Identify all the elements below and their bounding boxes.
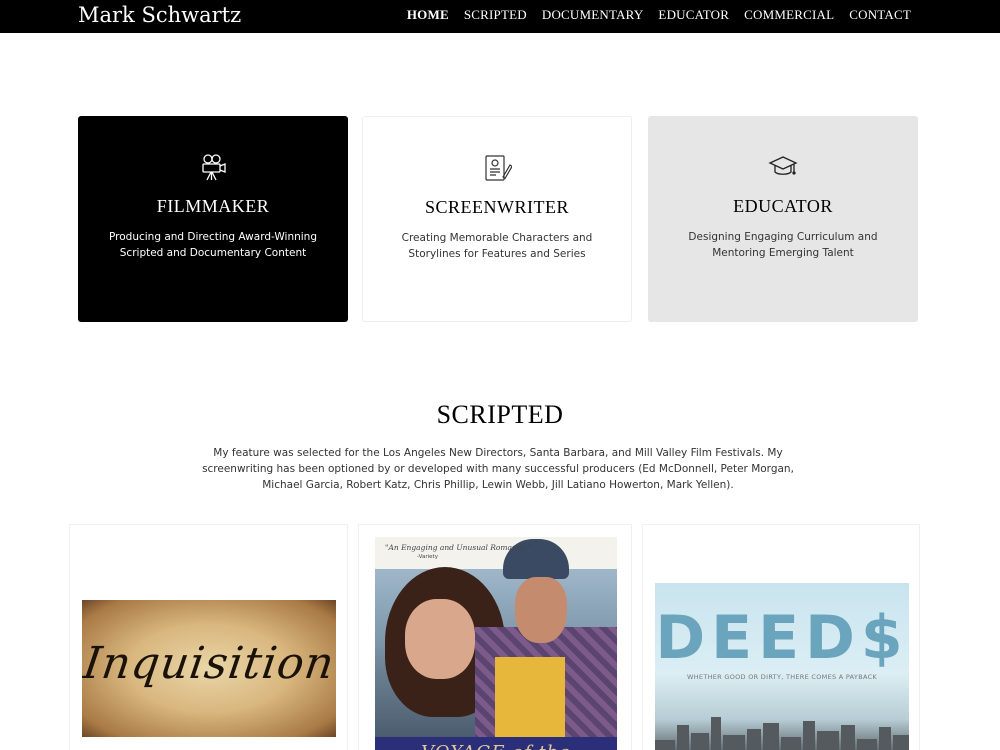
nav-contact[interactable]: CONTACT [849, 8, 911, 22]
nav-home[interactable]: HOME [407, 8, 449, 22]
screenwriter-card[interactable]: SCREENWRITER Creating Memorable Characte… [362, 116, 632, 322]
poster-title: Inquisition [82, 638, 336, 689]
script-pen-icon [485, 155, 512, 181]
poster-artwork [405, 599, 475, 679]
voyage-poster[interactable]: "An Engaging and Unusual Romance." -Vari… [375, 537, 617, 750]
poster-title: DEED$ [655, 603, 909, 673]
card-title: SCREENWRITER [425, 197, 569, 217]
card-description: Designing Engaging Curriculum and Mentor… [688, 231, 878, 259]
nav-scripted[interactable]: SCRIPTED [464, 8, 527, 22]
filmmaker-card[interactable]: FILMMAKER Producing and Directing Award-… [78, 116, 348, 322]
poster-quote: "An Engaging and Unusual Romance." [385, 543, 532, 552]
poster-quote-source: -Variety [417, 554, 438, 560]
inquisition-poster[interactable]: Inquisition [82, 600, 336, 737]
nav-educator[interactable]: EDUCATOR [658, 8, 729, 22]
poster-card-voyage[interactable]: "An Engaging and Unusual Romance." -Vari… [358, 524, 632, 750]
deeds-poster[interactable]: DEED$ WHETHER GOOD OR DIRTY, THERE COMES… [655, 583, 909, 750]
graduation-cap-icon [768, 156, 798, 175]
section-title: SCRIPTED [436, 400, 564, 429]
site-brand[interactable]: Mark Schwartz [78, 1, 241, 29]
poster-title: VOYAGE of the [375, 742, 617, 750]
nav-documentary[interactable]: DOCUMENTARY [542, 8, 644, 22]
card-title: EDUCATOR [733, 196, 833, 216]
film-camera-icon [202, 154, 226, 181]
educator-card[interactable]: EDUCATOR Designing Engaging Curriculum a… [648, 116, 918, 322]
card-description: Producing and Directing Award-Winning Sc… [109, 231, 317, 259]
poster-card-deeds[interactable]: DEED$ WHETHER GOOD OR DIRTY, THERE COMES… [642, 524, 920, 750]
main-nav: HOME SCRIPTED DOCUMENTARY EDUCATOR COMME… [407, 8, 911, 22]
card-description: Creating Memorable Characters and Storyl… [401, 232, 593, 260]
top-navbar: Mark Schwartz HOME SCRIPTED DOCUMENTARY … [0, 0, 1000, 33]
city-skyline-artwork [655, 717, 909, 750]
poster-artwork [515, 577, 567, 643]
section-body: My feature was selected for the Los Ange… [202, 447, 794, 491]
card-title: FILMMAKER [156, 196, 270, 216]
poster-card-inquisition[interactable]: Inquisition [69, 524, 348, 750]
poster-tagline: WHETHER GOOD OR DIRTY, THERE COMES A PAY… [687, 673, 877, 681]
nav-commercial[interactable]: COMMERCIAL [744, 8, 834, 22]
